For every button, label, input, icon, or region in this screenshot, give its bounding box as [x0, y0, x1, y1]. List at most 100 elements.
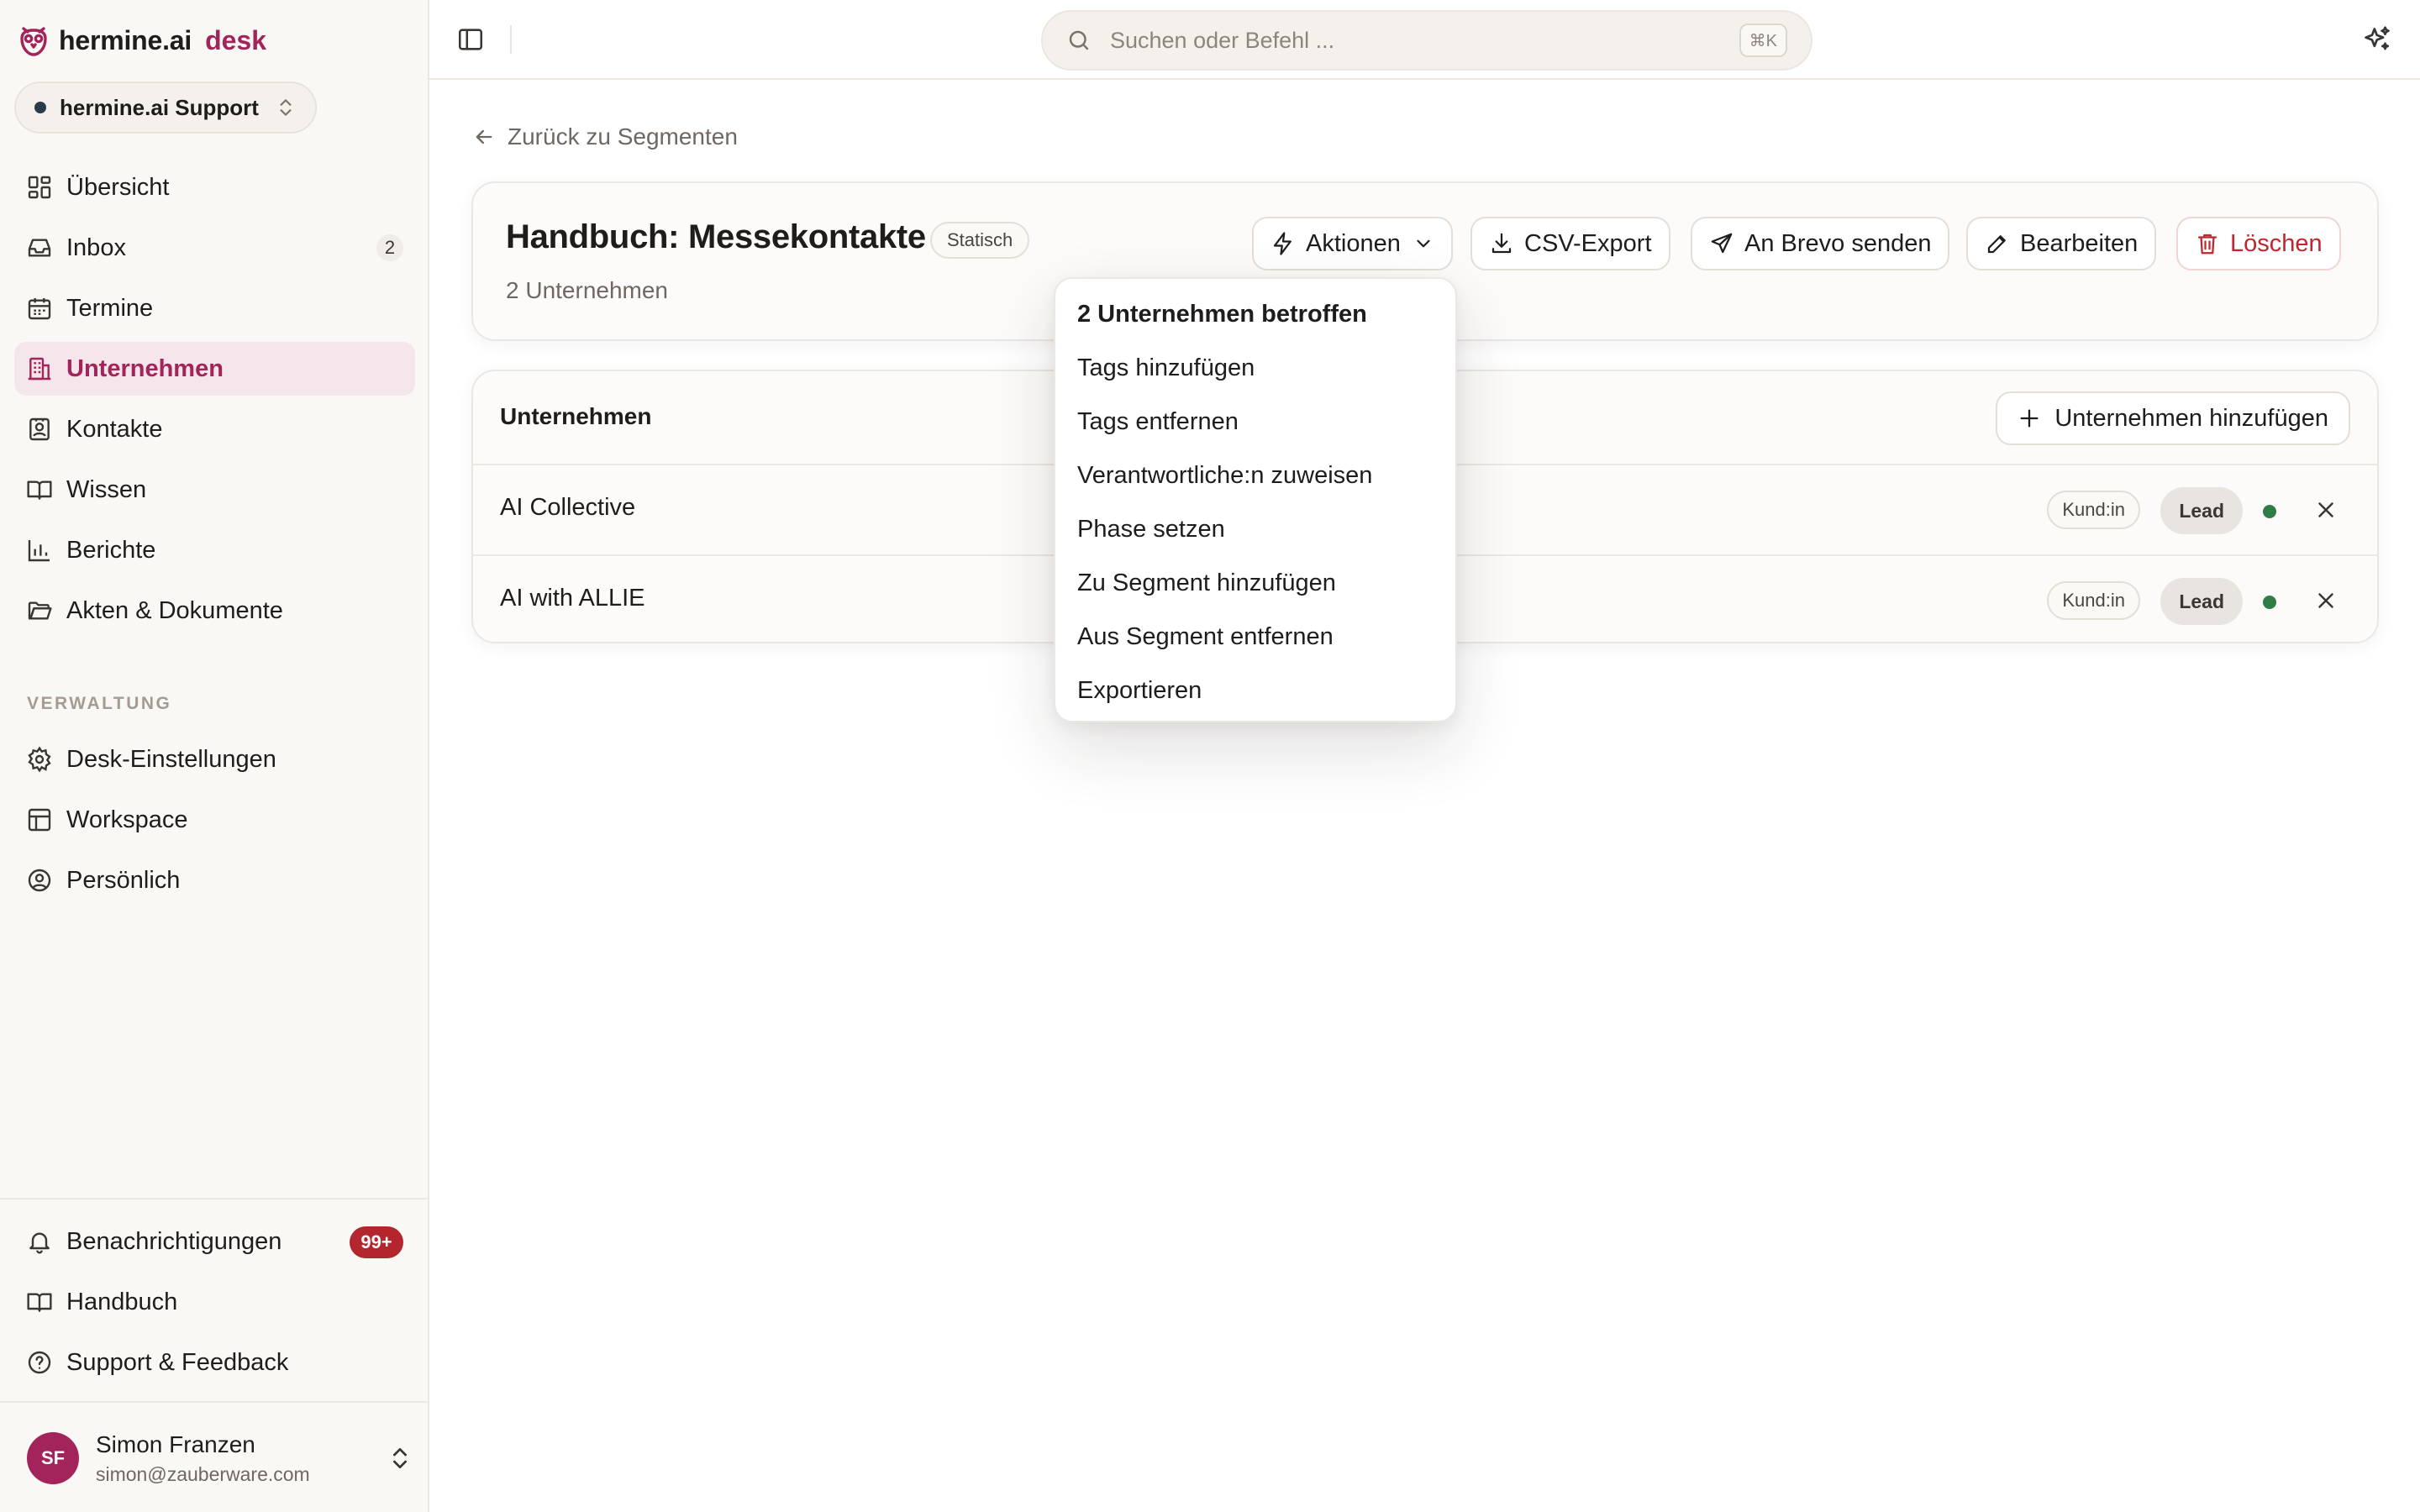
- search-icon: [1066, 28, 1092, 53]
- inbox-count-badge: 2: [376, 234, 403, 261]
- notification-count-badge: 99+: [350, 1226, 403, 1258]
- remove-from-segment-icon[interactable]: [2313, 588, 2338, 613]
- inbox-icon: [26, 234, 53, 261]
- menu-item-remove-from-segment[interactable]: Aus Segment entfernen: [1055, 610, 1455, 664]
- avatar: SF: [27, 1432, 79, 1484]
- book-icon: [26, 1289, 53, 1315]
- menu-item-set-phase[interactable]: Phase setzen: [1055, 502, 1455, 556]
- user-info: Simon Franzen simon@zauberware.com: [96, 1431, 310, 1486]
- page-title: Handbuch: Messekontakte: [506, 218, 926, 255]
- company-phase-badge: Lead: [2160, 487, 2243, 534]
- sidebar-item-label: Übersicht: [66, 173, 170, 201]
- segment-type-chip: Statisch: [930, 222, 1030, 259]
- status-dot: [2263, 505, 2276, 518]
- bar-chart-icon: [26, 537, 53, 564]
- sidebar-divider: [0, 1401, 429, 1403]
- workspace-switcher[interactable]: hermine.ai Support: [14, 81, 317, 134]
- delete-button[interactable]: Löschen: [2176, 217, 2341, 270]
- menu-item-add-tags[interactable]: Tags hinzufügen: [1055, 341, 1455, 395]
- search-input[interactable]: Suchen oder Befehl ... ⌘K: [1041, 10, 1812, 71]
- sidebar-item-wissen[interactable]: Wissen: [14, 463, 415, 517]
- back-link[interactable]: Zurück zu Segmenten: [472, 119, 738, 155]
- send-icon: [1709, 231, 1734, 256]
- sidebar-item-benachrichtigungen[interactable]: Benachrichtigungen 99+: [14, 1215, 415, 1268]
- menu-item-remove-tags[interactable]: Tags entfernen: [1055, 395, 1455, 449]
- sidebar-item-label: Berichte: [66, 536, 156, 564]
- remove-from-segment-icon[interactable]: [2313, 497, 2338, 522]
- topbar: Suchen oder Befehl ... ⌘K: [429, 0, 2420, 80]
- company-phase-badge: Lead: [2160, 578, 2243, 625]
- sidebar: hermine.ai desk hermine.ai Support Übers…: [0, 0, 429, 1512]
- sidebar-item-akten[interactable]: Akten & Dokumente: [14, 584, 415, 638]
- back-link-label: Zurück zu Segmenten: [508, 123, 738, 150]
- search-shortcut: ⌘K: [1739, 24, 1787, 57]
- menu-item-export[interactable]: Exportieren: [1055, 664, 1455, 717]
- arrow-left-icon: [472, 125, 496, 149]
- sidebar-item-berichte[interactable]: Berichte: [14, 523, 415, 577]
- menu-item-assign-owner[interactable]: Verantwortliche:n zuweisen: [1055, 449, 1455, 502]
- sidebar-item-desk-einstellungen[interactable]: Desk-Einstellungen: [14, 732, 415, 786]
- sidebar-toggle-icon[interactable]: [456, 25, 485, 54]
- gear-icon: [26, 746, 53, 773]
- sidebar-item-label: Kontakte: [66, 415, 163, 443]
- building-icon: [26, 355, 53, 382]
- book-icon: [26, 476, 53, 503]
- sidebar-item-label: Persönlich: [66, 866, 181, 894]
- segment-subtitle: 2 Unternehmen: [506, 277, 669, 303]
- sidebar-item-inbox[interactable]: Inbox 2: [14, 221, 415, 275]
- search-placeholder: Suchen oder Befehl ...: [1110, 27, 1335, 53]
- delete-label: Löschen: [2230, 229, 2323, 257]
- sidebar-item-unternehmen[interactable]: Unternehmen: [14, 342, 415, 396]
- sidebar-divider: [0, 1198, 429, 1200]
- sparkle-icon[interactable]: [2361, 24, 2393, 55]
- sidebar-item-label: Desk-Einstellungen: [66, 745, 276, 773]
- sidebar-item-support[interactable]: Support & Feedback: [14, 1336, 415, 1389]
- pencil-icon: [1985, 231, 2010, 256]
- user-circle-icon: [26, 867, 53, 894]
- bell-icon: [26, 1228, 53, 1255]
- actions-button-label: Aktionen: [1306, 229, 1401, 257]
- menu-item-add-to-segment[interactable]: Zu Segment hinzufügen: [1055, 556, 1455, 610]
- user-menu[interactable]: SF Simon Franzen simon@zauberware.com: [27, 1428, 413, 1488]
- send-to-brevo-button[interactable]: An Brevo senden: [1691, 217, 1950, 270]
- csv-export-label: CSV-Export: [1524, 229, 1652, 257]
- sidebar-item-label: Wissen: [66, 475, 147, 503]
- sidebar-item-termine[interactable]: Termine: [14, 281, 415, 335]
- layout-icon: [26, 806, 53, 833]
- sidebar-item-handbuch[interactable]: Handbuch: [14, 1275, 415, 1329]
- brand-logo[interactable]: hermine.ai desk: [18, 20, 266, 60]
- trash-icon: [2195, 231, 2220, 256]
- companies-card-title: Unternehmen: [500, 403, 652, 429]
- sidebar-item-label: Handbuch: [66, 1288, 178, 1315]
- owl-logo-icon: [18, 24, 49, 57]
- company-name[interactable]: AI Collective: [500, 494, 635, 522]
- workspace-dot: [34, 102, 46, 113]
- brand-product: desk: [205, 24, 267, 55]
- folder-icon: [26, 597, 53, 624]
- send-to-brevo-label: An Brevo senden: [1744, 229, 1932, 257]
- csv-export-button[interactable]: CSV-Export: [1470, 217, 1670, 270]
- sidebar-item-persoenlich[interactable]: Persönlich: [14, 853, 415, 907]
- sidebar-item-label: Unternehmen: [66, 354, 224, 382]
- sidebar-item-label: Benachrichtigungen: [66, 1227, 282, 1255]
- chevron-down-icon: [1413, 233, 1434, 255]
- actions-dropdown-button[interactable]: Aktionen: [1252, 217, 1453, 270]
- add-company-button[interactable]: Unternehmen hinzufügen: [1996, 391, 2350, 445]
- add-company-label: Unternehmen hinzufügen: [2054, 404, 2328, 432]
- actions-dropdown-menu: 2 Unternehmen betroffen Tags hinzufügen …: [1054, 277, 1457, 722]
- status-dot: [2263, 596, 2276, 609]
- sidebar-item-uebersicht[interactable]: Übersicht: [14, 160, 415, 214]
- sidebar-item-workspace[interactable]: Workspace: [14, 793, 415, 847]
- edit-button[interactable]: Bearbeiten: [1966, 217, 2157, 270]
- menu-header-affected: 2 Unternehmen betroffen: [1077, 300, 1367, 328]
- chevron-updown-icon: [275, 97, 297, 118]
- lightning-icon: [1270, 231, 1296, 256]
- contact-icon: [26, 416, 53, 443]
- plus-icon: [2018, 407, 2041, 430]
- sidebar-item-label: Support & Feedback: [66, 1348, 289, 1376]
- brand-name: hermine.ai: [59, 24, 192, 55]
- calendar-icon: [26, 295, 53, 322]
- company-name[interactable]: AI with ALLIE: [500, 585, 645, 612]
- sidebar-item-kontakte[interactable]: Kontakte: [14, 402, 415, 456]
- edit-label: Bearbeiten: [2020, 229, 2139, 257]
